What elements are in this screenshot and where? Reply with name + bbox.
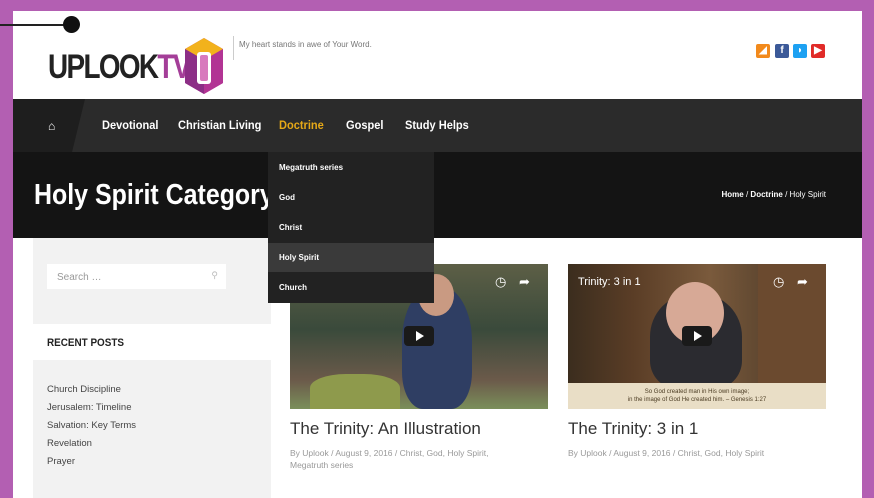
twitter-icon[interactable]: ◗ xyxy=(793,44,807,58)
category-header: Holy Spirit Category Home / Doctrine / H… xyxy=(13,152,862,238)
breadcrumb-home[interactable]: Home xyxy=(722,190,744,199)
search-placeholder: Search … xyxy=(57,272,102,283)
breadcrumb: Home / Doctrine / Holy Spirit xyxy=(722,190,826,199)
search-input[interactable]: Search … ⚲ xyxy=(47,264,226,289)
dropdown-item-god[interactable]: God xyxy=(268,183,434,212)
recent-post-link[interactable]: Jerusalem: Timeline xyxy=(47,402,131,413)
tagline-divider xyxy=(233,36,234,60)
verse-line: in the image of God He created him. – Ge… xyxy=(627,397,767,403)
watch-later-icon[interactable]: ◷ xyxy=(773,274,784,290)
verse-line: So God created man in His own image; xyxy=(644,389,750,395)
annotation-line xyxy=(0,24,72,26)
search-icon[interactable]: ⚲ xyxy=(211,270,218,281)
logo-wordmark: UPLOOKTV xyxy=(48,48,191,87)
watch-later-icon[interactable]: ◷ xyxy=(495,274,506,290)
post-meta-line: Megatruth series xyxy=(290,460,354,470)
recent-post-link[interactable]: Prayer xyxy=(47,456,75,467)
nav-item-doctrine[interactable]: Doctrine xyxy=(279,118,324,132)
dropdown-item-christ[interactable]: Christ xyxy=(268,213,434,242)
post-meta: By Uplook / August 9, 2016 / Christ, God… xyxy=(568,447,764,459)
annotation-dot xyxy=(63,16,80,33)
nav-item-study-helps[interactable]: Study Helps xyxy=(405,118,469,132)
post-meta-line: By Uplook / August 9, 2016 / Christ, God… xyxy=(290,448,489,458)
video-verse-banner: So God created man in His own image; in … xyxy=(568,383,826,409)
page-frame: UPLOOKTV My heart stands in awe of Your … xyxy=(13,11,862,498)
recent-posts-title: RECENT POSTS xyxy=(47,337,125,349)
site-logo[interactable]: UPLOOKTV xyxy=(48,38,223,94)
post-thumbnail-video[interactable]: Trinity: 3 in 1 ◷ ➦ So God created man i… xyxy=(568,264,826,409)
rss-icon[interactable]: ◢ xyxy=(756,44,770,58)
facebook-icon[interactable]: f xyxy=(775,44,789,58)
breadcrumb-doctrine[interactable]: Doctrine xyxy=(750,190,782,199)
site-tagline: My heart stands in awe of Your Word. xyxy=(239,40,372,49)
post-title-link[interactable]: The Trinity: An Illustration xyxy=(290,419,481,439)
doctrine-dropdown: Megatruth series God Christ Holy Spirit … xyxy=(268,152,434,303)
main-nav: ⌂ Devotional Christian Living Doctrine G… xyxy=(13,99,862,152)
nav-item-devotional[interactable]: Devotional xyxy=(102,118,158,132)
video-foliage xyxy=(310,374,400,409)
post-meta-line: By Uplook / August 9, 2016 / Christ, God… xyxy=(568,448,765,458)
play-icon[interactable] xyxy=(682,326,712,346)
play-icon[interactable] xyxy=(404,326,434,346)
post-title-link[interactable]: The Trinity: 3 in 1 xyxy=(568,419,698,439)
nav-item-christian-living[interactable]: Christian Living xyxy=(178,118,261,132)
logo-main-text: UPLOOK xyxy=(48,48,159,86)
page-title: Holy Spirit Category xyxy=(34,179,274,211)
video-caption: Trinity: 3 in 1 xyxy=(578,276,641,288)
video-bookshelf xyxy=(758,264,826,384)
sidebar: Search … ⚲ RECENT POSTS Church Disciplin… xyxy=(33,238,271,498)
post-meta: By Uplook / August 9, 2016 / Christ, God… xyxy=(290,447,488,471)
breadcrumb-separator: / xyxy=(782,190,790,199)
share-icon[interactable]: ➦ xyxy=(519,274,530,290)
nav-item-gospel[interactable]: Gospel xyxy=(346,118,383,132)
breadcrumb-current: Holy Spirit xyxy=(789,190,826,199)
logo-mark-icon xyxy=(185,38,223,94)
home-icon: ⌂ xyxy=(48,119,56,133)
dropdown-item-holy-spirit[interactable]: Holy Spirit xyxy=(268,243,434,272)
share-icon[interactable]: ➦ xyxy=(797,274,808,290)
recent-post-link[interactable]: Church Discipline xyxy=(47,384,121,395)
dropdown-item-megatruth-series[interactable]: Megatruth series xyxy=(268,153,434,182)
recent-post-link[interactable]: Salvation: Key Terms xyxy=(47,420,136,431)
nav-home[interactable]: ⌂ xyxy=(13,99,85,152)
recent-post-link[interactable]: Revelation xyxy=(47,438,92,449)
youtube-icon[interactable]: ▶ xyxy=(811,44,825,58)
recent-posts-header: RECENT POSTS xyxy=(33,324,271,360)
dropdown-item-church[interactable]: Church xyxy=(268,273,434,302)
